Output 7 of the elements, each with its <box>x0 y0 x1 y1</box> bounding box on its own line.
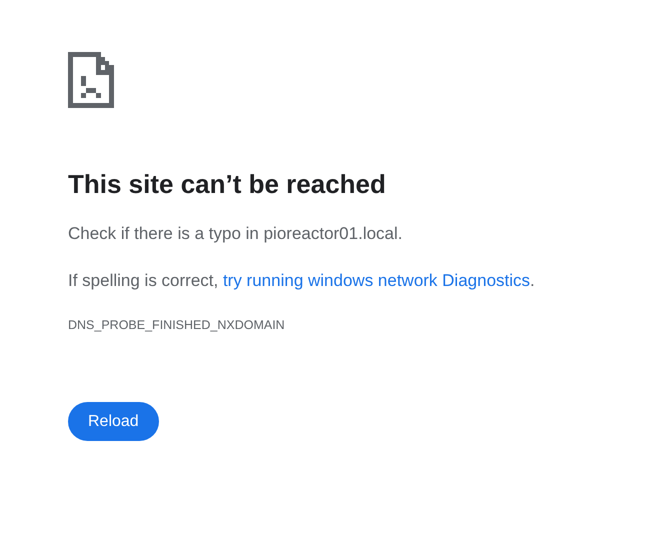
error-heading: This site can’t be reached <box>68 168 386 201</box>
typo-message: Check if there is a typo in pioreactor01.local. <box>68 223 403 245</box>
reload-button[interactable]: Reload <box>68 402 159 441</box>
diagnostics-link[interactable]: try running windows network Diagnostics <box>222 271 530 290</box>
error-code: DNS_PROBE_FINISHED_NXDOMAIN <box>68 318 285 332</box>
suggestion-text: If spelling is correct, try running windows network Diagnostics. <box>68 270 535 292</box>
sad-page-icon <box>68 52 114 108</box>
